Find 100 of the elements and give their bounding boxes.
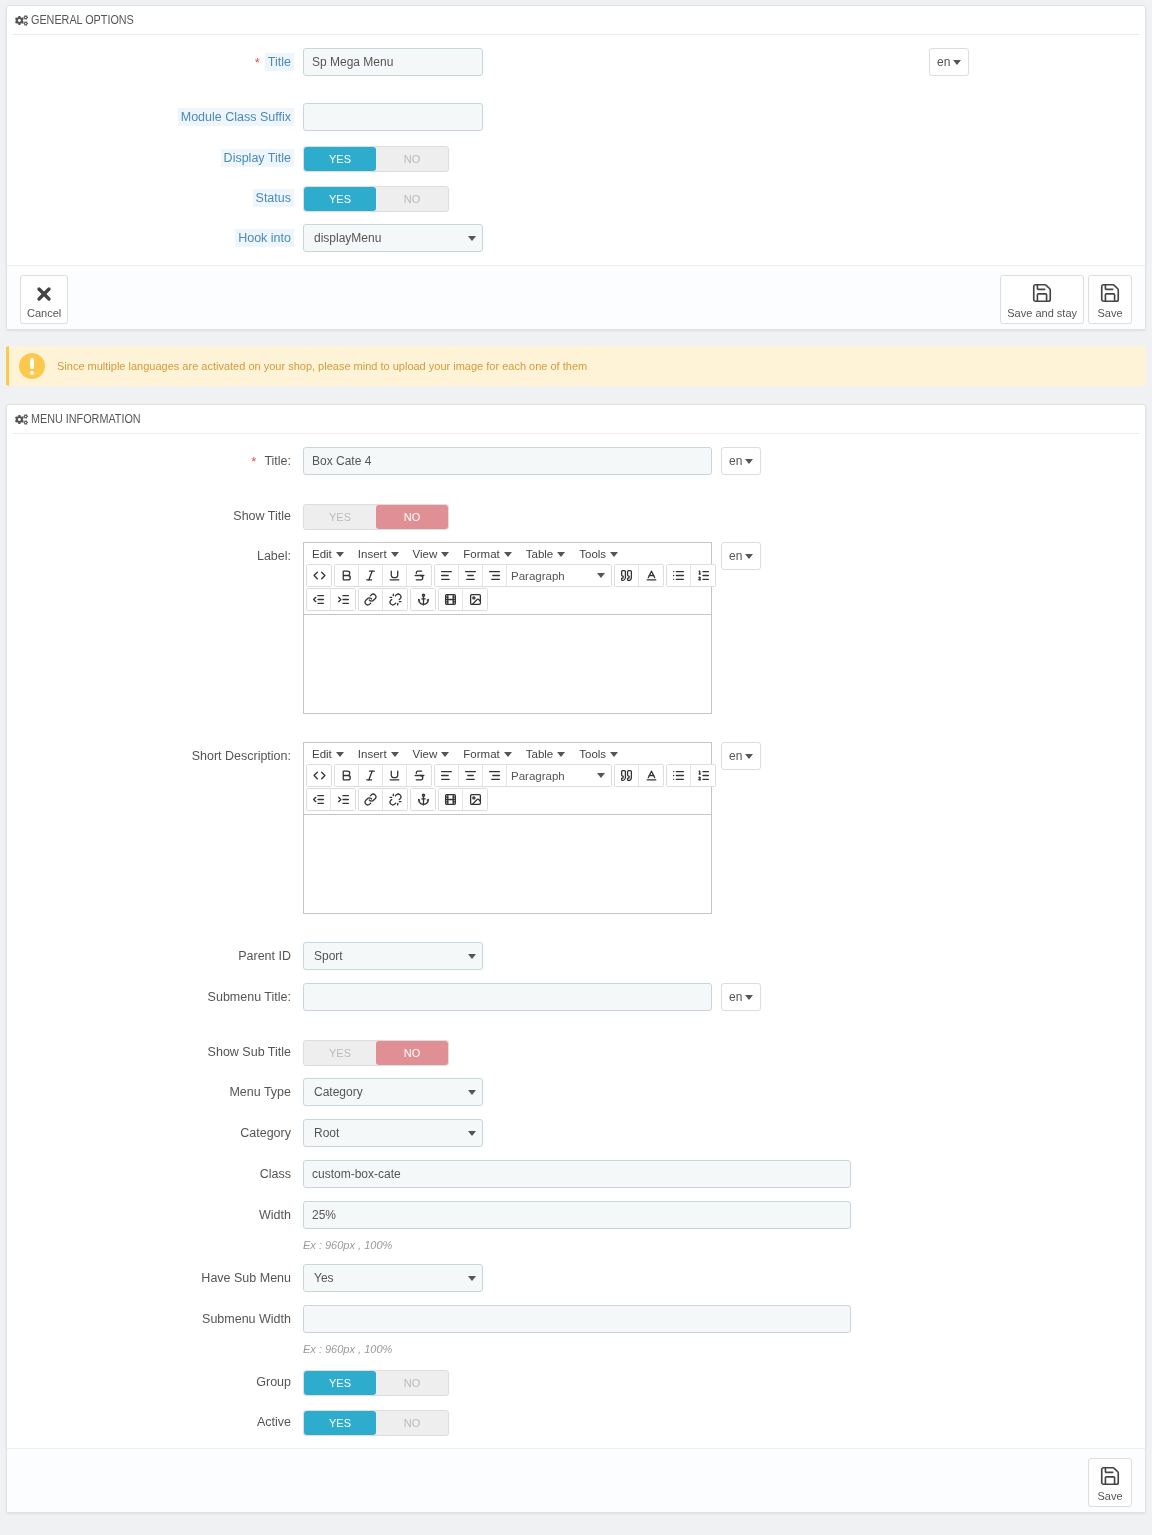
code-button[interactable] [307, 565, 331, 586]
text-field[interactable] [303, 103, 483, 131]
language-button[interactable]: en [721, 742, 762, 770]
field-label: Hook into [235, 229, 294, 247]
editor-menu[interactable]: Tools [574, 747, 624, 761]
field-label: Show Sub Title [206, 1044, 292, 1061]
language-button[interactable]: en [721, 542, 762, 570]
caret-icon [953, 59, 962, 65]
strikethrough-icon [412, 769, 426, 782]
numbered-list-icon [696, 769, 710, 782]
film-icon [444, 793, 457, 806]
bullet-list-icon [672, 769, 685, 782]
code-icon [312, 569, 326, 582]
quote-button[interactable] [615, 765, 639, 786]
language-button[interactable]: en [721, 983, 762, 1011]
strikethrough-icon [412, 569, 426, 582]
field-label: Menu Type [228, 1084, 292, 1101]
caret-icon [335, 751, 344, 757]
dropdown[interactable]: displayMenu [303, 224, 483, 252]
outdent-button[interactable] [307, 589, 331, 610]
film-icon [444, 593, 457, 606]
caret-icon [503, 751, 512, 757]
editor-menu[interactable]: Format [458, 747, 517, 761]
caret-icon [468, 1275, 476, 1281]
panel-title: GENERAL OPTIONS [31, 13, 134, 27]
editor-menu[interactable]: Insert [352, 547, 404, 561]
field-label: Short Description: [190, 748, 292, 765]
caret-icon [557, 751, 566, 757]
link-button[interactable] [359, 589, 383, 610]
film-button[interactable] [439, 589, 463, 610]
editor-menu[interactable]: View [407, 747, 455, 761]
caret-icon [468, 953, 476, 959]
dropdown[interactable]: Yes [303, 1264, 483, 1292]
caret-icon [390, 551, 399, 557]
text-field[interactable] [303, 983, 712, 1011]
editor-menu[interactable]: Format [458, 547, 517, 561]
bold-button[interactable] [335, 565, 359, 586]
text-field[interactable]: custom-box-cate [303, 1160, 851, 1188]
align-left-button[interactable] [435, 765, 459, 786]
editor-menu[interactable]: Insert [352, 747, 404, 761]
bold-button[interactable] [335, 765, 359, 786]
editor-menu[interactable]: Edit [307, 747, 349, 761]
bold-icon [340, 569, 353, 582]
bullet-list-button[interactable] [667, 565, 691, 586]
editor-menu[interactable]: Table [520, 747, 571, 761]
field-label: Submenu Width [201, 1311, 292, 1328]
field-label: Category [239, 1125, 292, 1142]
quote-icon [620, 769, 633, 782]
bullet-list-button[interactable] [667, 765, 691, 786]
outdent-icon [312, 593, 325, 606]
align-left-button[interactable] [435, 565, 459, 586]
save-button[interactable]: Save and stay [1000, 275, 1084, 324]
dropdown[interactable]: Category [303, 1078, 483, 1106]
anchor-button[interactable] [411, 789, 435, 810]
caret-icon [745, 553, 754, 559]
text-field[interactable]: Box Cate 4 [303, 447, 712, 475]
field-label: Module Class Suffix [177, 108, 294, 126]
alert-message: Since multiple languages are activated on your shop, please mind to upload your image for each one of them [57, 360, 588, 372]
field-label: Display Title [220, 149, 294, 167]
image-icon [468, 593, 482, 606]
editor-menu[interactable]: View [407, 547, 455, 561]
field-label: Width [258, 1207, 292, 1224]
quote-icon [620, 569, 633, 582]
field-label: Submenu Title: [206, 989, 292, 1006]
unlink-icon [388, 793, 402, 806]
text-field[interactable] [303, 1305, 851, 1333]
language-button[interactable]: en [721, 447, 762, 475]
align-right-icon [488, 569, 501, 582]
caret-icon [610, 751, 619, 757]
code-icon [312, 769, 326, 782]
dropdown[interactable]: Root [303, 1119, 483, 1147]
caret-icon [390, 751, 399, 757]
outdent-button[interactable] [307, 789, 331, 810]
language-button[interactable]: en [929, 48, 970, 76]
caret-icon [745, 994, 754, 1000]
field-label: Title [264, 53, 294, 71]
save-button[interactable]: Save [1088, 275, 1132, 324]
required-mark: * [251, 453, 257, 469]
text-field[interactable]: Sp Mega Menu [303, 48, 483, 76]
hint-text: Ex : 960px , 100% [303, 1343, 393, 1355]
editor-menu[interactable]: Edit [307, 547, 349, 561]
dropdown[interactable]: Sport [303, 942, 483, 970]
link-button[interactable] [359, 789, 383, 810]
hint-text: Ex : 960px , 100% [303, 1239, 393, 1251]
caret-icon [610, 551, 619, 557]
italic-icon [364, 769, 377, 782]
editor-menu[interactable]: Tools [574, 547, 624, 561]
text-field[interactable]: 25% [303, 1201, 851, 1229]
save-button[interactable]: Save [1088, 1458, 1132, 1507]
field-label: Have Sub Menu [200, 1270, 292, 1287]
editor-menu[interactable]: Table [520, 547, 571, 561]
bold-icon [340, 769, 353, 782]
film-button[interactable] [439, 789, 463, 810]
quote-button[interactable] [615, 565, 639, 586]
code-button[interactable] [307, 765, 331, 786]
cancel-button[interactable]: Cancel [20, 275, 69, 324]
anchor-button[interactable] [411, 589, 435, 610]
image-icon [468, 793, 482, 806]
underline-icon [388, 769, 401, 782]
caret-icon [468, 235, 476, 241]
